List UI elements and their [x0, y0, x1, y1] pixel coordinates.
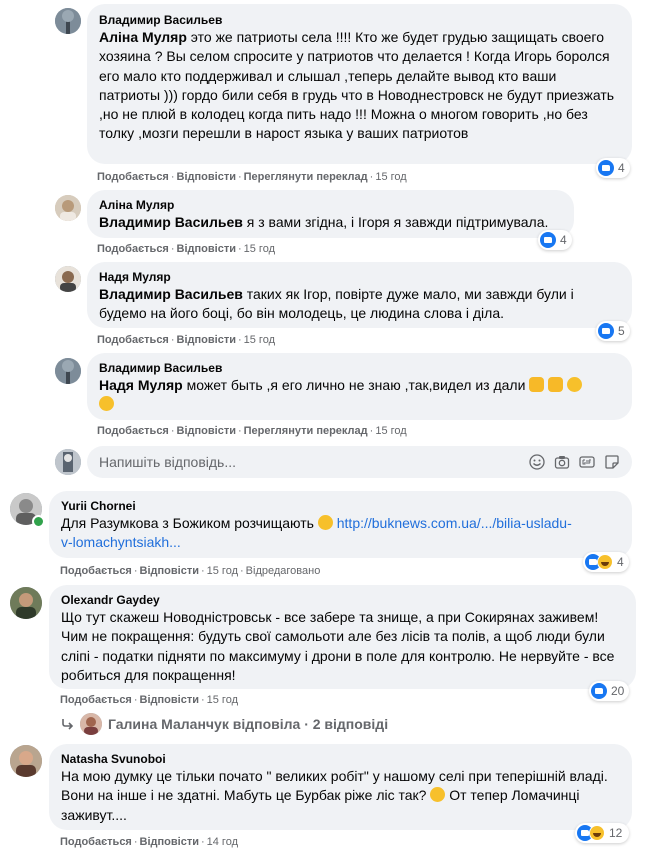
like-button[interactable]: Подобається — [97, 425, 169, 437]
reply-button[interactable]: Відповісти — [140, 565, 199, 577]
edited-label: Відредаговано — [245, 565, 321, 577]
comment-link[interactable]: v-lomachyntsiakh... — [61, 534, 181, 550]
avatar[interactable] — [55, 358, 81, 384]
mention[interactable]: Владимир Васильев — [99, 286, 243, 302]
thumbs-up-emoji-icon — [548, 377, 564, 392]
like-button[interactable]: Подобається — [97, 334, 169, 346]
reaction-count[interactable]: 12 — [575, 823, 629, 843]
camera-icon[interactable] — [554, 454, 570, 470]
avatar[interactable] — [55, 195, 81, 221]
mention[interactable]: Аліна Муляр — [99, 29, 187, 45]
comment-actions: Подобається · Відповісти · Переглянути перек… — [97, 171, 407, 183]
comment-bubble: Olexandr Gaydey Що тут скажеш Новодністр… — [49, 585, 636, 689]
avatar[interactable] — [55, 266, 81, 292]
translate-button[interactable]: Переглянути переклад — [244, 171, 368, 183]
avatar — [80, 713, 102, 735]
reply-button[interactable]: Відповісти — [177, 425, 236, 437]
comment-actions: Подобається · Відповісти · 15 год — [97, 243, 275, 255]
timestamp[interactable]: 15 год — [375, 171, 406, 183]
comment-bubble: Natasha Svunoboi На мою думку це тільки … — [49, 744, 632, 830]
reply-input[interactable]: Напишіть відповідь... — [87, 446, 632, 478]
reaction-count[interactable]: 20 — [589, 681, 629, 701]
mention[interactable]: Надя Муляр — [99, 377, 183, 393]
laughing-emoji-icon — [99, 396, 114, 412]
comment-text: Владимир Васильев я з вами згідна, і Іго… — [99, 214, 549, 230]
comment-bubble: Надя Муляр Владимир Васильев таких як Іг… — [87, 262, 632, 328]
comment-author[interactable]: Olexandr Gaydey — [61, 592, 624, 608]
replies-summary[interactable]: Галина Маланчук відповіла · 2 відповіді — [108, 716, 388, 732]
comment-text: Аліна Муляр это же патриоты села !!!! Кт… — [99, 29, 615, 142]
laughing-emoji-icon — [430, 787, 446, 803]
avatar[interactable] — [10, 745, 42, 777]
comment-actions: Подобається · Відповісти · 15 год — [60, 694, 238, 706]
comment-author[interactable]: Natasha Svunoboi — [61, 751, 620, 767]
timestamp[interactable]: 15 год — [207, 694, 238, 706]
like-button[interactable]: Подобається — [97, 171, 169, 183]
thumbs-up-emoji-icon — [529, 377, 545, 392]
reply-button[interactable]: Відповісти — [177, 171, 236, 183]
comment-author[interactable]: Владимир Васильев — [99, 12, 620, 28]
like-reaction-icon — [540, 232, 556, 248]
comment-actions: Подобається · Відповісти · Переглянути перек… — [97, 425, 407, 437]
timestamp[interactable]: 15 год — [244, 334, 275, 346]
mention[interactable]: Владимир Васильев — [99, 214, 243, 230]
reply-button[interactable]: Відповісти — [140, 694, 199, 706]
reaction-count[interactable]: 4 — [583, 552, 629, 572]
comment-link[interactable]: http://buknews.com.ua/.../bilia-usladu- — [337, 515, 572, 531]
comment-text: Владимир Васильев таких як Ігор, повірте… — [99, 286, 574, 322]
comment-actions: Подобається · Відповісти · 14 год — [60, 836, 238, 848]
comment-text: Для Разумкова з Божиком розчищають http:… — [61, 515, 572, 551]
laughing-emoji-icon — [567, 377, 583, 392]
view-replies-link[interactable]: Галина Маланчук відповіла · 2 відповіді — [60, 713, 388, 735]
reply-button[interactable]: Відповісти — [140, 836, 199, 848]
smile-emoji-icon — [317, 515, 333, 530]
comment-bubble: Аліна Муляр Владимир Васильев я з вами з… — [87, 190, 574, 238]
timestamp[interactable]: 15 год — [375, 425, 406, 437]
like-reaction-icon — [591, 683, 607, 699]
comment-text: На мою думку це тільки почато " великих … — [61, 768, 608, 823]
like-button[interactable]: Подобається — [60, 694, 132, 706]
translate-button[interactable]: Переглянути переклад — [244, 425, 368, 437]
sticker-icon[interactable] — [604, 454, 620, 470]
like-button[interactable]: Подобається — [60, 565, 132, 577]
comment-actions: Подобається · Відповісти · 15 год · Відредагов… — [60, 565, 321, 577]
comment-text: Надя Муляр может быть ,я его лично не зн… — [99, 376, 620, 415]
reply-button[interactable]: Відповісти — [177, 243, 236, 255]
like-reaction-icon — [598, 160, 614, 176]
reaction-count[interactable]: 5 — [596, 321, 630, 341]
timestamp[interactable]: 15 год — [207, 565, 238, 577]
current-user-avatar[interactable] — [55, 449, 81, 475]
haha-reaction-icon — [597, 554, 613, 570]
comment-text: Що тут скажеш Новодністровськ - все забе… — [61, 609, 615, 683]
gif-icon[interactable] — [579, 454, 595, 470]
reaction-count[interactable]: 4 — [538, 230, 572, 250]
avatar[interactable] — [55, 8, 81, 34]
comment-author[interactable]: Владимир Васильев — [99, 360, 620, 376]
comment-bubble: Владимир Васильев Надя Муляр может быть … — [87, 353, 632, 420]
online-indicator — [32, 515, 45, 528]
like-reaction-icon — [598, 323, 614, 339]
comment-author[interactable]: Аліна Муляр — [99, 197, 562, 213]
comment-actions: Подобається · Відповісти · 15 год — [97, 334, 275, 346]
reply-placeholder[interactable]: Напишіть відповідь... — [99, 454, 529, 470]
timestamp[interactable]: 15 год — [244, 243, 275, 255]
emoji-icon[interactable] — [529, 454, 545, 470]
timestamp[interactable]: 14 год — [207, 836, 238, 848]
like-button[interactable]: Подобається — [97, 243, 169, 255]
comment-bubble: Yurii Chornei Для Разумкова з Божиком ро… — [49, 491, 632, 558]
comment-author[interactable]: Yurii Chornei — [61, 498, 620, 514]
reply-button[interactable]: Відповісти — [177, 334, 236, 346]
comment-author[interactable]: Надя Муляр — [99, 269, 620, 285]
comment-bubble: Владимир Васильев Аліна Муляр это же пат… — [87, 4, 632, 164]
like-button[interactable]: Подобається — [60, 836, 132, 848]
reply-arrow-icon — [62, 719, 74, 730]
avatar[interactable] — [10, 587, 42, 619]
haha-reaction-icon — [589, 825, 605, 841]
reaction-count[interactable]: 4 — [596, 158, 630, 178]
